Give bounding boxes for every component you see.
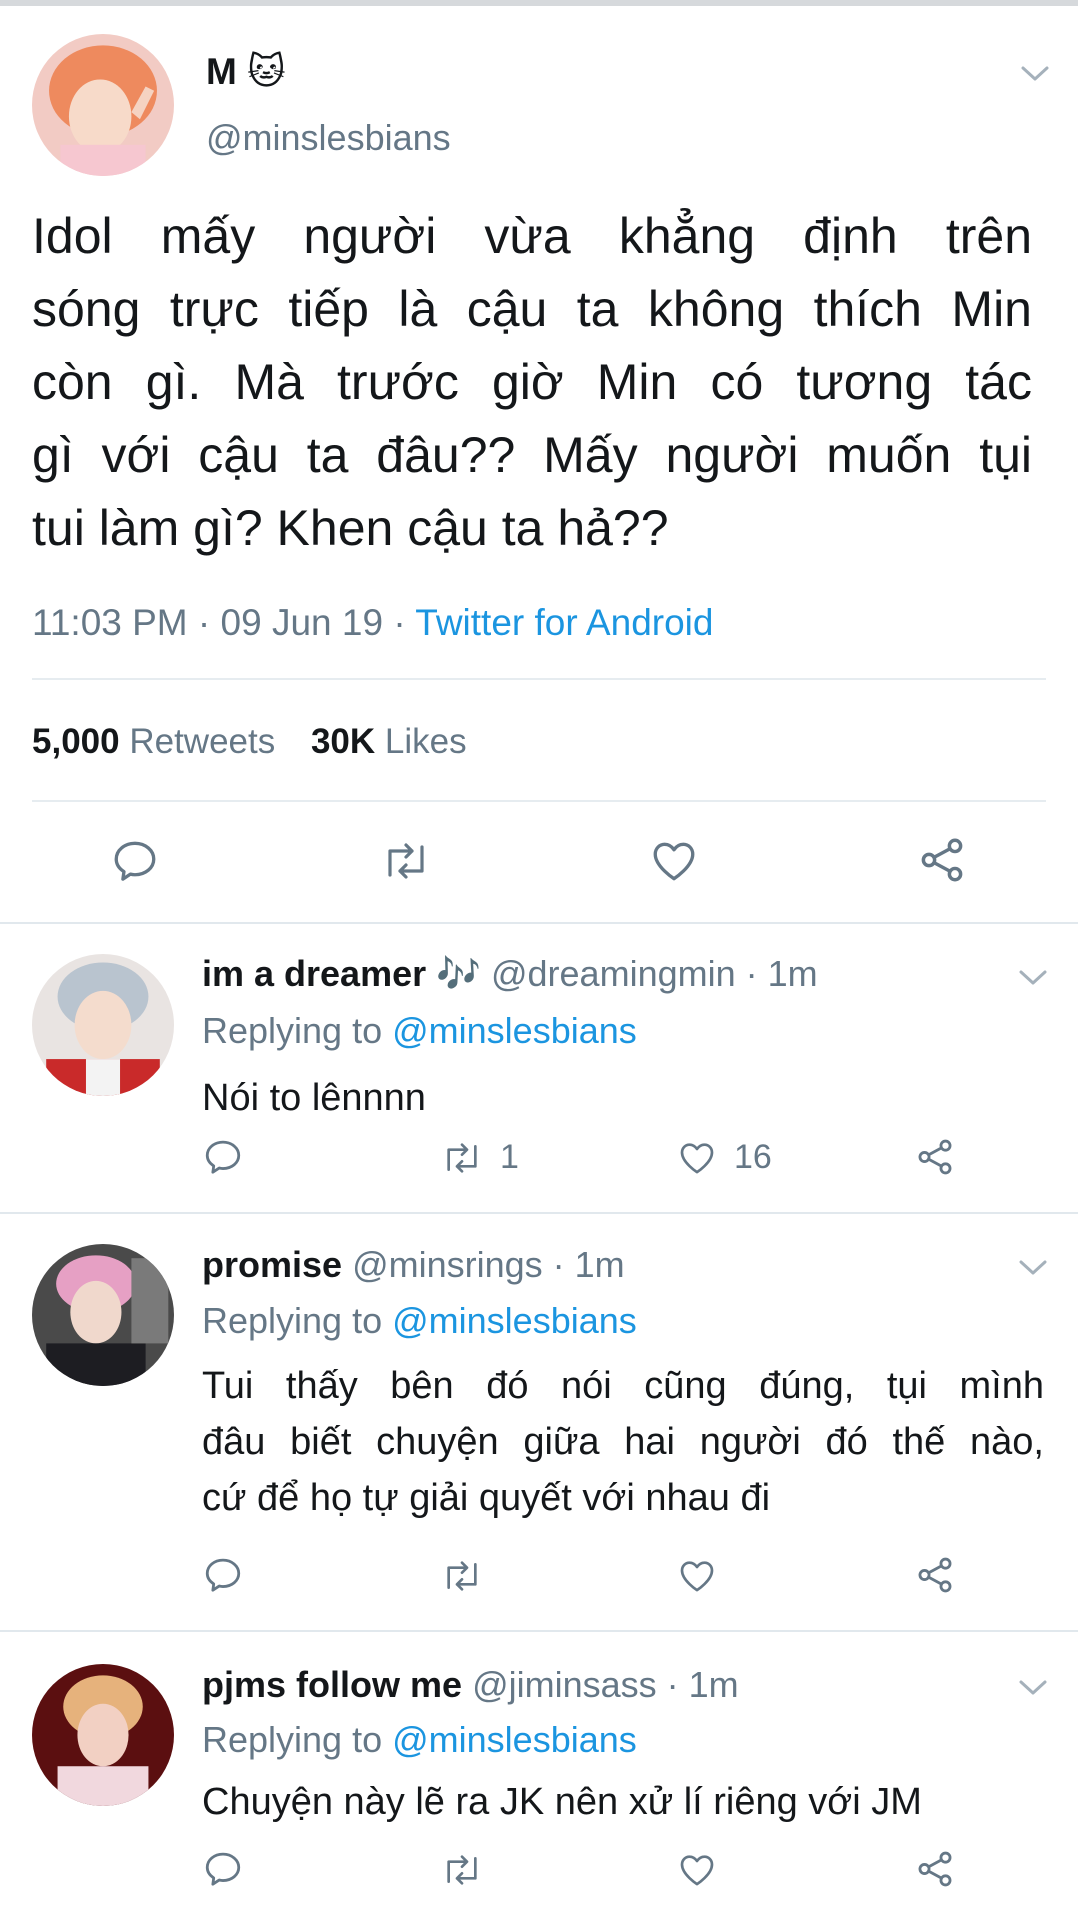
reply-handle[interactable]: @jiminsass [472, 1664, 657, 1705]
reply-share-icon[interactable] [914, 1554, 956, 1596]
replying-to-prefix: Replying to [202, 1300, 383, 1341]
section-separator [0, 1212, 1078, 1214]
meta-dot: · [197, 602, 211, 643]
main-retweet-icon[interactable] [378, 836, 434, 886]
main-source-link[interactable]: Twitter for Android [415, 602, 713, 643]
replying-to-link[interactable]: @minslesbians [392, 1010, 637, 1051]
reply-text-line: Chuyện này lẽ ra JK nên xử lí riêng với … [202, 1781, 922, 1823]
reply-handle[interactable]: @minsrings [352, 1244, 543, 1285]
main-handle[interactable]: @minslesbians [206, 117, 451, 159]
music-notes-icon: 🎶 [436, 953, 481, 994]
reply-chevron-down-icon[interactable] [1018, 968, 1048, 988]
reply-text-line: cứ để họ tự giải quyết với nhau đi [202, 1477, 771, 1519]
meta-dot: · [393, 602, 406, 643]
replying-to-row: Replying to @minslesbians [202, 1719, 637, 1761]
reply-reply-icon[interactable] [202, 1136, 244, 1178]
reply-handle[interactable]: @dreamingmin [491, 953, 736, 994]
replying-to-row: Replying to @minslesbians [202, 1300, 637, 1342]
reply-avatar[interactable] [32, 1244, 174, 1386]
main-avatar[interactable] [32, 34, 174, 176]
main-tweet-text: Idol mấy người vừa khẳng định trên sóng … [32, 200, 1032, 565]
retweets-label: Retweets [129, 722, 276, 761]
replying-to-prefix: Replying to [202, 1719, 383, 1760]
reply-like-icon[interactable] [676, 1138, 718, 1178]
reply-retweet-icon[interactable] [438, 1850, 486, 1890]
reply-text: Tui thấy bên đó nói cũng đúng, tụi mình … [202, 1358, 1044, 1526]
reply-text-line: Tui thấy bên đó nói cũng đúng, tụi mình [202, 1365, 1044, 1407]
replying-to-prefix: Replying to [202, 1010, 383, 1051]
reply-text: Nói to lênnnn [202, 1070, 426, 1126]
section-separator [0, 922, 1078, 924]
main-tweet-line: Idol mấy người vừa khẳng định trên [32, 208, 1032, 264]
reply-display-name[interactable]: promise [202, 1244, 342, 1285]
reply-reply-icon[interactable] [202, 1848, 244, 1890]
reply-display-name[interactable]: im a dreamer [202, 953, 426, 994]
reply-avatar[interactable] [32, 1664, 174, 1806]
reply-chevron-down-icon[interactable] [1018, 1678, 1048, 1698]
replying-to-link[interactable]: @minslesbians [392, 1300, 637, 1341]
reply-text-line: Nói to lênnnn [202, 1077, 426, 1119]
likes-label: Likes [384, 722, 467, 761]
main-tweet-line: sóng trực tiếp là cậu ta không thích Min [32, 281, 1032, 337]
reply-display-name[interactable]: pjms follow me [202, 1664, 462, 1705]
likes-stat[interactable]: 30K Likes [311, 722, 467, 761]
retweets-count: 5,000 [32, 722, 120, 761]
reply-time: · 1m [666, 1664, 739, 1705]
retweets-stat[interactable]: 5,000 Retweets [32, 722, 285, 761]
cat-emoji-icon: 🐱 [247, 51, 286, 92]
main-time: 11:03 PM [32, 602, 188, 643]
reply-header: im a dreamer 🎶 @dreamingmin · 1m [202, 953, 818, 995]
reply-share-icon[interactable] [914, 1848, 956, 1890]
main-date: 09 Jun 19 [220, 602, 384, 643]
reply-retweet-icon[interactable] [438, 1138, 486, 1178]
reply-avatar[interactable] [32, 954, 174, 1096]
main-chevron-down-icon[interactable] [1020, 64, 1050, 84]
divider [32, 800, 1046, 802]
reply-time: · 1m [552, 1244, 625, 1285]
main-tweet-line: còn gì. Mà trước giờ Min có tương tác [32, 354, 1032, 410]
reply-header: promise @minsrings · 1m [202, 1244, 625, 1286]
reply-time: · 1m [745, 953, 818, 994]
main-tweet-line: tui làm gì? Khen cậu ta hả?? [32, 500, 669, 556]
section-separator [0, 1630, 1078, 1632]
reply-reply-icon[interactable] [202, 1554, 244, 1596]
main-tweet-line: gì với cậu ta đâu?? Mấy người muốn tụi [32, 427, 1032, 483]
main-reply-icon[interactable] [110, 836, 160, 886]
reply-chevron-down-icon[interactable] [1018, 1258, 1048, 1278]
main-stats: 5,000 Retweets 30K Likes [32, 722, 467, 762]
top-edge [0, 0, 1078, 6]
main-display-name[interactable]: M [206, 51, 237, 92]
reply-like-icon[interactable] [676, 1850, 718, 1890]
main-meta: 11:03 PM · 09 Jun 19 · Twitter for Andro… [32, 602, 713, 644]
reply-retweet-icon[interactable] [438, 1556, 486, 1596]
reply-share-icon[interactable] [914, 1136, 956, 1178]
reply-retweet-count: 1 [500, 1138, 519, 1176]
main-like-icon[interactable] [648, 836, 700, 886]
main-display-name-row: M 🐱 [206, 50, 286, 93]
likes-count: 30K [310, 722, 376, 761]
reply-like-count: 16 [734, 1138, 772, 1176]
divider [32, 678, 1046, 680]
replying-to-link[interactable]: @minslesbians [392, 1719, 637, 1760]
reply-like-icon[interactable] [676, 1556, 718, 1596]
reply-text: Chuyện này lẽ ra JK nên xử lí riêng với … [202, 1774, 922, 1830]
reply-text-line: đâu biết chuyện giữa hai người đó thế nà… [202, 1421, 1044, 1463]
main-share-icon[interactable] [916, 834, 968, 886]
reply-header: pjms follow me @jiminsass · 1m [202, 1664, 739, 1706]
replying-to-row: Replying to @minslesbians [202, 1010, 637, 1052]
